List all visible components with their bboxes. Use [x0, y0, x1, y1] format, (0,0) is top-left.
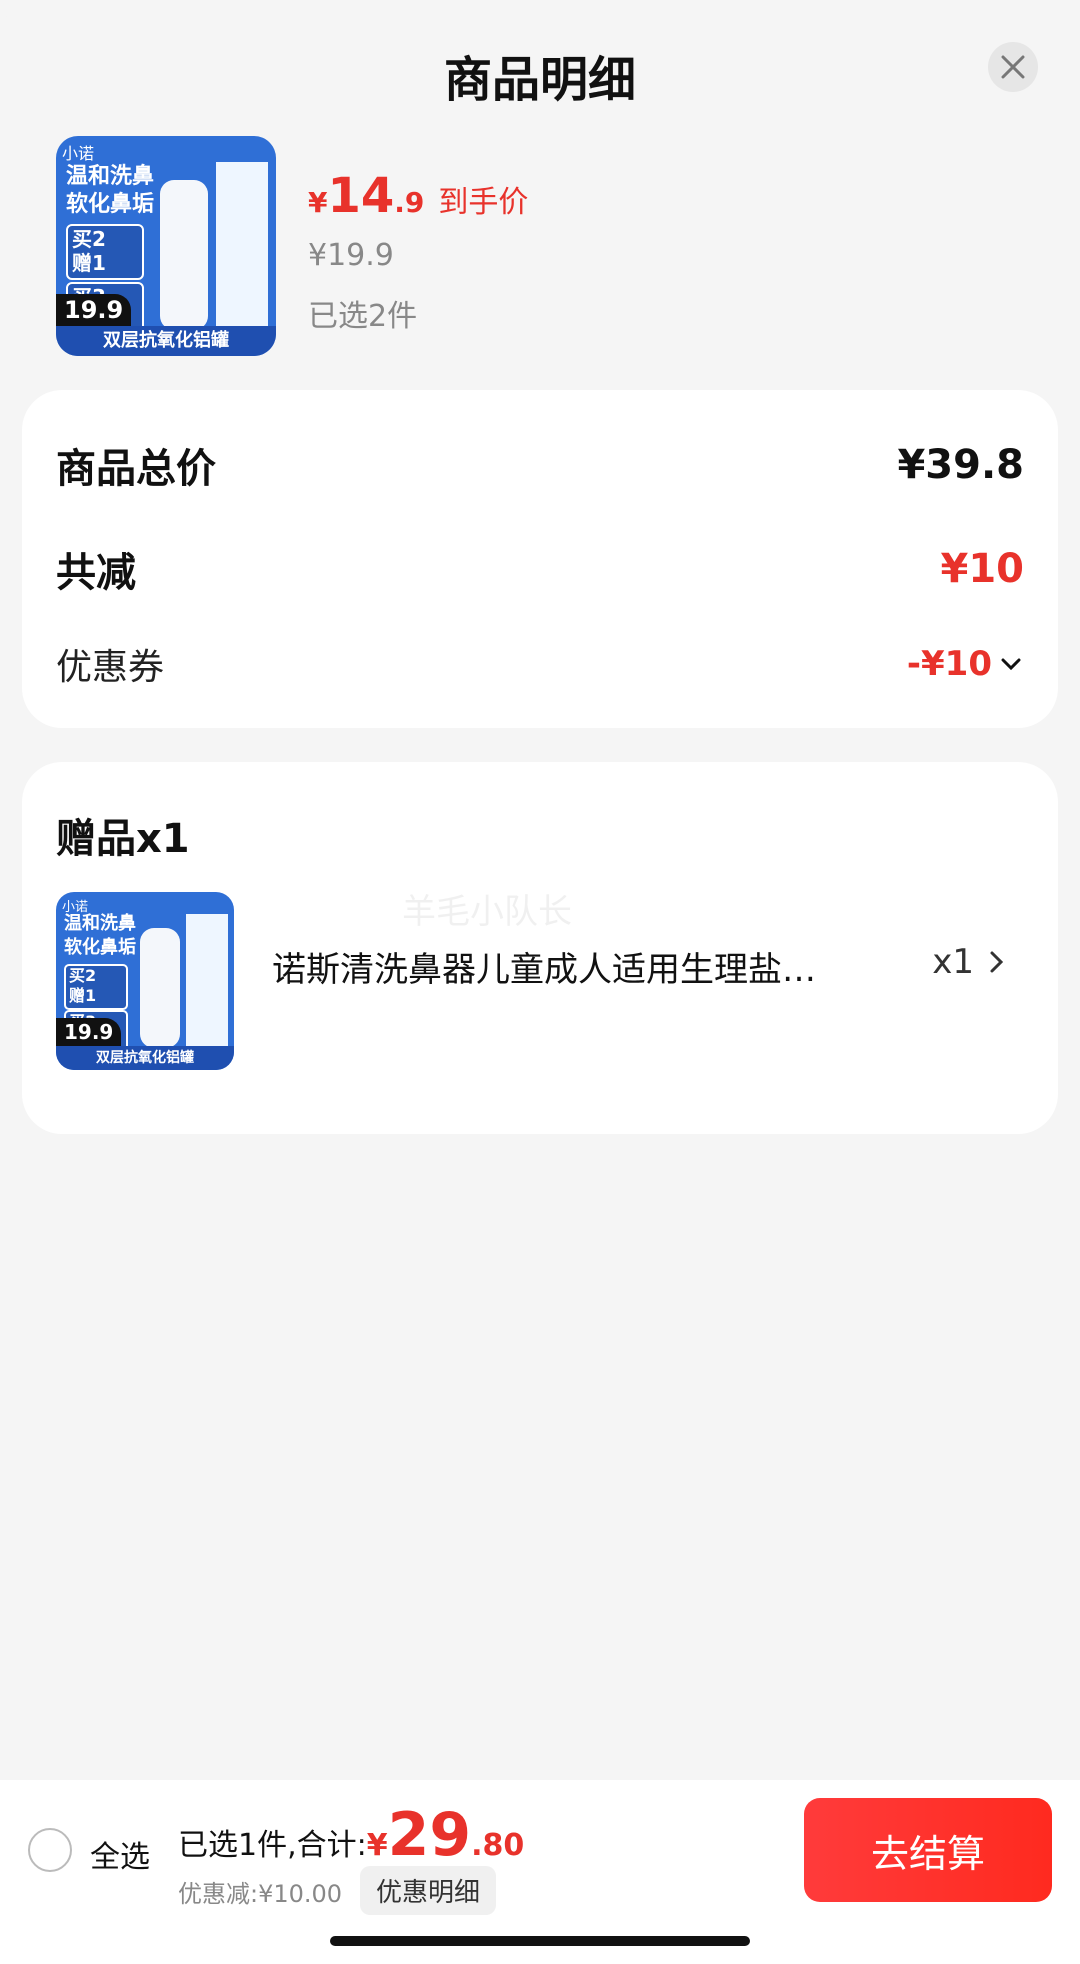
select-all-label[interactable]: 全选: [90, 1832, 150, 1876]
gift-bottom-strip: 双层抗氧化铝罐: [56, 1046, 234, 1070]
gift-thumbnail: 小诺 温和洗鼻 软化鼻垢 买2 赠1 买3 赠2 双层抗氧化铝罐 19.9: [56, 892, 234, 1070]
gift-card: 赠品x1 羊毛小队长 小诺 温和洗鼻 软化鼻垢 买2 赠1 买3 赠2 双层抗氧…: [22, 762, 1058, 1134]
total-yen: ¥: [366, 1828, 388, 1863]
gift-box-image: [186, 914, 228, 1050]
gift-promo-buy2: 买2: [69, 966, 97, 985]
total-price-row: 商品总价 ¥39.8: [56, 436, 1024, 494]
total-price-label: 商品总价: [56, 446, 216, 492]
promo-get1: 赠1: [72, 251, 106, 275]
reduce-value: ¥10: [940, 546, 1025, 592]
original-price: ¥19.9: [308, 238, 394, 273]
brand-badge: 小诺: [62, 144, 95, 163]
gift-name: 诺斯清洗鼻器儿童成人适用生理盐水洗鼻器: [272, 950, 832, 990]
checkout-button[interactable]: 去结算: [804, 1798, 1052, 1902]
close-button[interactable]: [988, 42, 1038, 92]
pay-price-label: 到手价: [438, 185, 529, 220]
product-detail-sheet: 商品明细 小诺 温和洗鼻 软化鼻垢 买2 赠1 买3 赠2 双层抗氧化铝罐 19…: [0, 0, 1080, 1964]
promo-text-line2: 软化鼻垢: [66, 192, 155, 217]
selected-count: 已选2件: [308, 299, 418, 334]
coupon-label: 优惠券: [56, 647, 165, 688]
price-badge: 19.9: [56, 294, 132, 326]
total-prefix: 已选1件,合计:: [178, 1828, 367, 1863]
gift-promo-line1: 温和洗鼻: [64, 913, 136, 934]
gift-title: 赠品x1: [56, 816, 190, 862]
product-thumbnail: 小诺 温和洗鼻 软化鼻垢 买2 赠1 买3 赠2 双层抗氧化铝罐 19.9: [56, 136, 276, 356]
pay-price-yen: ¥: [308, 186, 328, 219]
coupon-amount: -¥10: [906, 644, 992, 684]
pay-price: ¥ 14 .9 到手价: [308, 168, 528, 224]
home-indicator: [330, 1936, 750, 1946]
total-int: 29: [387, 1800, 472, 1870]
gift-qty: x1: [932, 942, 1008, 982]
box-image: [216, 162, 268, 332]
reduce-label: 共减: [56, 550, 136, 596]
gift-row[interactable]: 小诺 温和洗鼻 软化鼻垢 买2 赠1 买3 赠2 双层抗氧化铝罐 19.9 诺斯…: [22, 892, 1058, 1082]
coupon-value[interactable]: -¥10: [907, 644, 1024, 684]
promo-text-line1: 温和洗鼻: [66, 164, 155, 189]
bottom-strip: 双层抗氧化铝罐: [56, 326, 276, 356]
gift-promo-line2: 软化鼻垢: [64, 937, 136, 958]
page-title: 商品明细: [443, 52, 636, 108]
pay-price-dec: .9: [394, 186, 425, 219]
chevron-right-icon: [990, 951, 1004, 973]
gift-promo-get1: 赠1: [69, 986, 97, 1005]
gift-qty-text: x1: [932, 942, 974, 982]
close-icon: [1001, 55, 1025, 79]
gift-price-badge: 19.9: [56, 1018, 122, 1046]
price-summary-card: 商品总价 ¥39.8 共减 ¥10 优惠券 -¥10: [22, 390, 1058, 728]
pay-price-int: 14: [327, 168, 395, 224]
reduce-row: 共减 ¥10: [56, 540, 1024, 598]
product-info: ¥ 14 .9 到手价 ¥19.9 已选2件: [308, 168, 528, 335]
coupon-row[interactable]: 优惠券 -¥10: [56, 638, 1024, 690]
total-dec: .80: [471, 1828, 525, 1863]
chevron-down-icon: [1001, 658, 1021, 671]
select-all-checkbox[interactable]: [28, 1828, 72, 1872]
bottle-image: [160, 180, 208, 330]
gift-bottle-image: [140, 928, 180, 1048]
discount-detail-button[interactable]: 优惠明细: [360, 1866, 497, 1915]
total-price-value: ¥39.8: [897, 442, 1024, 488]
total-line: 已选1件,合计: ¥ 29 .80: [178, 1800, 524, 1870]
promo-buy2: 买2: [72, 227, 106, 251]
discount-text: 优惠减:¥10.00: [178, 1880, 343, 1908]
